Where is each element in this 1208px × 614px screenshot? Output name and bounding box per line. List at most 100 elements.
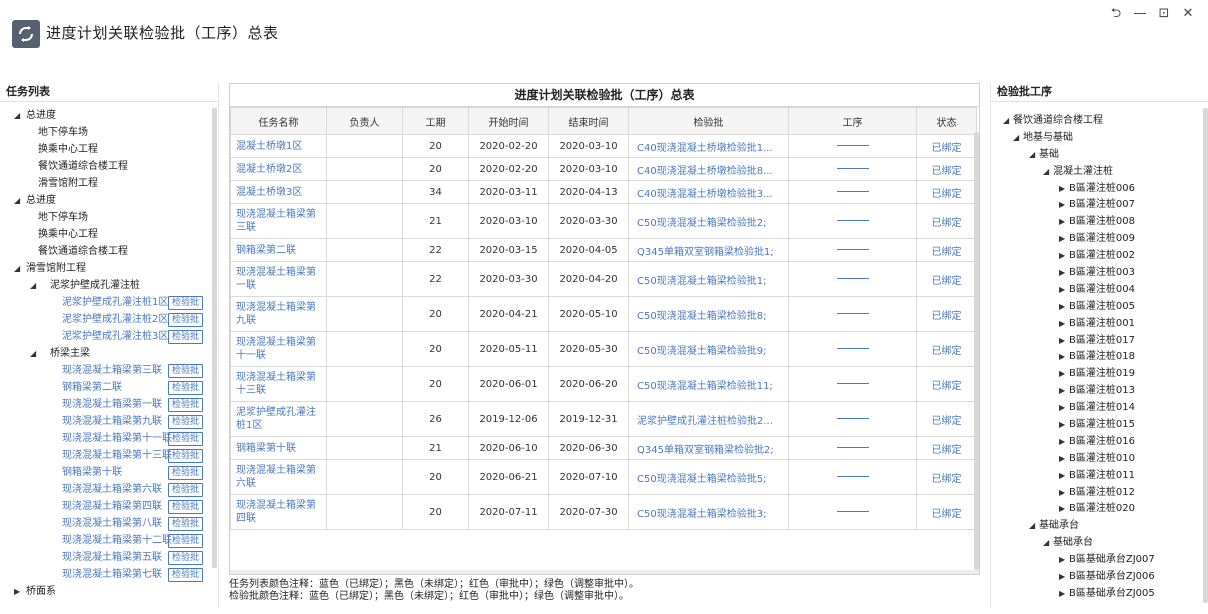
status-cell[interactable]: 已绑定 [916, 203, 977, 239]
inspection-tree-item[interactable]: ▶ B區灌注桩019 [991, 365, 1208, 382]
table-row[interactable]: 现浇混凝土箱梁第四联 20 2020-07-11 2020-07-30 C50现浇混凝土… [230, 494, 977, 530]
inspection-tree-item[interactable]: ▶ B區灌注桩016 [991, 433, 1208, 450]
inspection-batch-cell[interactable]: C40现浇混凝土桥墩检验批1... [628, 134, 789, 158]
inspection-batch-button[interactable]: 检验批 [168, 534, 204, 548]
table-row[interactable]: 钢箱梁第十联 21 2020-06-10 2020-06-30 Q345单箱双室钢箱梁检… [230, 436, 977, 460]
caret-right-icon[interactable]: ▶ [1059, 348, 1065, 365]
inspection-tree-item[interactable]: ▶ B區灌注桩001 [991, 315, 1208, 332]
minimize-icon[interactable]: — [1132, 6, 1148, 22]
task-name-cell[interactable]: 现浇混凝土箱梁第九联 [230, 296, 327, 332]
inspection-batch-button[interactable]: 检验批 [168, 483, 204, 497]
inspection-tree-item[interactable]: ▶ B區灌注桩008 [991, 213, 1208, 230]
caret-down-icon[interactable]: ◢ [1029, 517, 1035, 534]
task-tree-item[interactable]: 现浇混凝土箱梁第十三联 检验批 [0, 447, 218, 464]
task-name-cell[interactable]: 现浇混凝土箱梁第一联 [230, 261, 327, 297]
caret-right-icon[interactable]: ▶ [1059, 551, 1065, 568]
status-cell[interactable]: 已绑定 [916, 157, 977, 181]
inspection-batch-button[interactable]: 检验批 [168, 415, 204, 429]
task-tree-item[interactable]: 泥浆护壁成孔灌注桩3区 检验批 [0, 328, 218, 345]
inspection-batch-button[interactable]: 检验批 [168, 466, 204, 480]
inspection-tree-item[interactable]: ▶ B區基础承台ZJ006 [991, 568, 1208, 585]
inspection-tree-item[interactable]: ▶ B區灌注桩007 [991, 196, 1208, 213]
inspection-batch-cell[interactable]: C50现浇混凝土箱梁检验批3; [628, 494, 789, 530]
task-tree-item[interactable]: ◢ 总进度 [0, 107, 218, 124]
inspection-batch-cell[interactable]: Q345单箱双室钢箱梁检验批1; [628, 238, 789, 262]
inspection-batch-button[interactable]: 检验批 [168, 500, 204, 514]
task-tree-item[interactable]: 滑雪馆附工程 [0, 175, 218, 192]
inspection-tree-item[interactable]: ◢ 地基与基础 [991, 129, 1208, 146]
restore-icon[interactable]: ⮌ [1108, 6, 1124, 22]
task-name-cell[interactable]: 现浇混凝土箱梁第十一联 [230, 331, 327, 367]
inspection-tree-item[interactable]: ▶ B區灌注桩003 [991, 264, 1208, 281]
caret-right-icon[interactable]: ▶ [1059, 484, 1065, 501]
process-cell[interactable] [788, 203, 917, 239]
table-row[interactable]: 钢箱梁第二联 22 2020-03-15 2020-04-05 Q345单箱双室钢箱梁检… [230, 238, 977, 262]
caret-right-icon[interactable]: ▶ [1059, 585, 1065, 602]
task-name-cell[interactable]: 钢箱梁第二联 [230, 238, 327, 262]
task-name-cell[interactable]: 钢箱梁第十联 [230, 436, 327, 460]
inspection-batch-button[interactable]: 检验批 [168, 398, 204, 412]
column-header[interactable]: 工序 [788, 107, 917, 135]
status-cell[interactable]: 已绑定 [916, 261, 977, 297]
process-cell[interactable] [788, 436, 917, 460]
task-list-scrollbar[interactable] [212, 108, 217, 568]
task-name-cell[interactable]: 现浇混凝土箱梁第六联 [230, 459, 327, 495]
table-row[interactable]: 现浇混凝土箱梁第三联 21 2020-03-10 2020-03-30 C50现浇混凝土… [230, 203, 977, 239]
caret-right-icon[interactable]: ▶ [1059, 230, 1065, 247]
table-row[interactable]: 现浇混凝土箱梁第九联 20 2020-04-21 2020-05-10 C50现浇混凝土… [230, 296, 977, 332]
inspection-tree-item[interactable]: ▶ B區灌注桩010 [991, 450, 1208, 467]
task-tree-item[interactable]: ◢ 泥浆护壁成孔灌注桩 [0, 277, 218, 294]
caret-down-icon[interactable]: ◢ [1003, 112, 1009, 129]
inspection-tree-item[interactable]: ▶ B區基础承台ZJ005 [991, 585, 1208, 602]
inspection-tree-item[interactable]: ▶ B區灌注桩011 [991, 467, 1208, 484]
task-tree-item[interactable]: 钢箱梁第十联 检验批 [0, 464, 218, 481]
table-row[interactable]: 现浇混凝土箱梁第六联 20 2020-06-21 2020-07-10 C50现浇混凝土… [230, 459, 977, 495]
task-name-cell[interactable]: 混凝土桥墩2区 [230, 157, 327, 181]
inspection-tree-item[interactable]: ▶ B區灌注桩002 [991, 247, 1208, 264]
inspection-batch-button[interactable]: 检验批 [168, 449, 204, 463]
maximize-icon[interactable]: ⊡ [1156, 6, 1172, 22]
table-scrollbar[interactable] [974, 132, 979, 570]
caret-right-icon[interactable]: ▶ [1059, 365, 1065, 382]
task-tree-item[interactable]: 现浇混凝土箱梁第十一联 检验批 [0, 430, 218, 447]
task-tree-item[interactable]: 餐饮通道综合楼工程 [0, 243, 218, 260]
inspection-batch-button[interactable]: 检验批 [168, 313, 204, 327]
status-cell[interactable]: 已绑定 [916, 331, 977, 367]
task-tree-item[interactable]: 泥浆护壁成孔灌注桩2区 检验批 [0, 311, 218, 328]
caret-right-icon[interactable]: ▶ [14, 583, 20, 600]
task-tree-item[interactable]: ◢ 桥梁主梁 [0, 345, 218, 362]
close-icon[interactable]: ✕ [1180, 6, 1196, 22]
task-name-cell[interactable]: 现浇混凝土箱梁第三联 [230, 203, 327, 239]
caret-right-icon[interactable]: ▶ [1059, 382, 1065, 399]
table-row[interactable]: 混凝土桥墩1区 20 2020-02-20 2020-03-10 C40现浇混凝土桥墩检… [230, 134, 977, 158]
process-cell[interactable] [788, 366, 917, 402]
inspection-batch-cell[interactable]: C50现浇混凝土箱梁检验批9; [628, 331, 789, 367]
caret-right-icon[interactable]: ▶ [1059, 213, 1065, 230]
task-tree-item[interactable]: 现浇混凝土箱梁第五联 检验批 [0, 549, 218, 566]
caret-down-icon[interactable]: ◢ [1043, 534, 1049, 551]
caret-right-icon[interactable]: ▶ [1059, 298, 1065, 315]
inspection-batch-button[interactable]: 检验批 [168, 517, 204, 531]
inspection-tree-item[interactable]: ◢ 基础承台 [991, 517, 1208, 534]
inspection-batch-button[interactable]: 检验批 [168, 381, 204, 395]
inspection-batch-cell[interactable]: C50现浇混凝土箱梁检验批1; [628, 261, 789, 297]
process-cell[interactable] [788, 238, 917, 262]
inspection-tree-item[interactable]: ▶ B區基础承台ZJ007 [991, 551, 1208, 568]
caret-right-icon[interactable]: ▶ [1059, 399, 1065, 416]
task-tree-item[interactable]: 现浇混凝土箱梁第七联 检验批 [0, 566, 218, 583]
inspection-batch-button[interactable]: 检验批 [168, 551, 204, 565]
inspection-batch-cell[interactable]: C50现浇混凝土箱梁检验批5; [628, 459, 789, 495]
status-cell[interactable]: 已绑定 [916, 459, 977, 495]
caret-down-icon[interactable]: ◢ [14, 260, 20, 277]
caret-right-icon[interactable]: ▶ [1059, 500, 1065, 517]
caret-right-icon[interactable]: ▶ [1059, 332, 1065, 349]
caret-right-icon[interactable]: ▶ [1059, 264, 1065, 281]
inspection-batch-button[interactable]: 检验批 [168, 568, 204, 582]
column-header[interactable]: 结束时间 [548, 107, 629, 135]
task-tree-item[interactable]: 地下停车场 [0, 124, 218, 141]
table-row[interactable]: 混凝土桥墩2区 20 2020-02-20 2020-03-10 C40现浇混凝土桥墩检… [230, 157, 977, 181]
caret-right-icon[interactable]: ▶ [1059, 416, 1065, 433]
inspection-batch-cell[interactable]: C50现浇混凝土箱梁检验批2; [628, 203, 789, 239]
inspection-tree-item[interactable]: ▶ B區灌注桩013 [991, 382, 1208, 399]
task-tree-item[interactable]: 现浇混凝土箱梁第八联 检验批 [0, 515, 218, 532]
